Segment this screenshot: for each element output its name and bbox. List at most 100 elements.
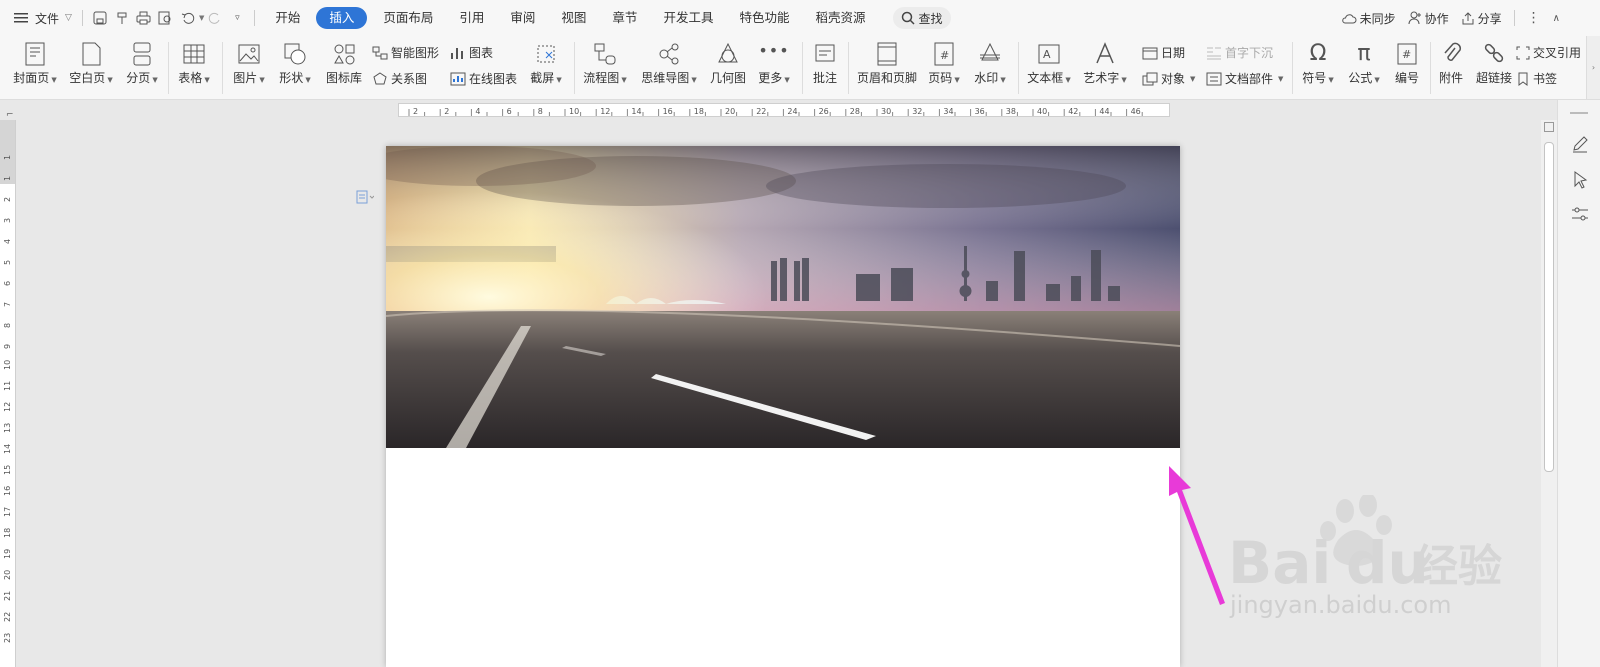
blank-page-icon	[82, 42, 101, 66]
adjust-settings-icon[interactable]	[1570, 204, 1590, 224]
cover-page-button[interactable]: 封面页 ▼	[12, 42, 58, 86]
ruler-label: 34	[943, 107, 953, 116]
document-page[interactable]	[386, 146, 1180, 667]
header-banner-image[interactable]	[386, 146, 1180, 448]
customize-toolbar-button[interactable]: ▿	[226, 7, 248, 29]
ruler-label: 5	[3, 260, 12, 265]
shape-button[interactable]: 形状 ▼	[278, 42, 312, 86]
tab-features[interactable]: 特色功能	[729, 7, 799, 29]
bookmark-button[interactable]: 书签	[1516, 70, 1557, 87]
picture-button[interactable]: 图片 ▼	[232, 42, 266, 86]
textbox-label: 文本框	[1027, 71, 1064, 85]
more-button[interactable]: ••• 更多 ▼	[756, 42, 792, 86]
scrollbar-thumb[interactable]	[1544, 142, 1554, 472]
collaborate-button[interactable]: 协作	[1408, 10, 1449, 27]
mindmap-button[interactable]: 思维导图 ▼	[640, 42, 698, 86]
numbering-button[interactable]: # 编号	[1392, 42, 1422, 86]
chevron-up-icon[interactable]: ∧	[1553, 13, 1560, 24]
vertical-scrollbar[interactable]	[1541, 120, 1557, 667]
relationship-icon	[373, 71, 387, 84]
sync-status-button[interactable]: 未同步	[1341, 10, 1396, 27]
search-button[interactable]: 查找	[893, 7, 951, 29]
paperclip-icon	[1444, 42, 1461, 61]
object-button[interactable]: 对象 ▼	[1142, 70, 1195, 87]
date-button[interactable]: 日期	[1142, 44, 1185, 61]
ruler-label: 8	[3, 323, 12, 328]
scroll-top-icon[interactable]	[1544, 122, 1554, 132]
more-options-icon[interactable]: ⋮	[1527, 10, 1541, 26]
annotation-arrow	[1169, 466, 1225, 605]
page-number-button[interactable]: # 页码 ▼	[926, 42, 962, 86]
redo-button[interactable]	[204, 7, 226, 29]
ruler-label: 36	[975, 107, 985, 116]
screenshot-button[interactable]: 截屏 ▼	[528, 42, 564, 86]
tab-docer[interactable]: 稻壳资源	[805, 7, 875, 29]
ruler-label: 12	[3, 402, 12, 412]
wordart-button[interactable]: 艺术字 ▼	[1082, 42, 1128, 86]
ruler-label: 46	[1131, 107, 1141, 116]
tab-page-layout[interactable]: 页面布局	[373, 7, 443, 29]
blank-page-button[interactable]: 空白页 ▼	[68, 42, 114, 86]
tab-insert[interactable]: 插入	[316, 7, 368, 29]
vertical-ruler[interactable]: 1 1 2 3 4 5 6 7 8 9 10 11 12 13 14 15 16 17 18 19 20 21 22 23	[0, 120, 16, 667]
omega-icon: Ω	[1309, 41, 1327, 66]
tab-developer[interactable]: 开发工具	[653, 7, 723, 29]
edit-pen-icon[interactable]	[1570, 134, 1590, 154]
picture-label: 图片	[233, 71, 258, 85]
textbox-button[interactable]: A 文本框 ▼	[1026, 42, 1072, 86]
geometry-button[interactable]: 几何图	[708, 42, 748, 86]
tab-section[interactable]: 章节	[602, 7, 647, 29]
relationship-chart-button[interactable]: 关系图	[372, 70, 427, 87]
tab-stop-selector-icon[interactable]: ⌐	[6, 110, 14, 120]
hyperlink-button[interactable]: 超链接	[1474, 42, 1514, 86]
print-preview-button[interactable]	[155, 7, 177, 29]
object-icon	[1142, 72, 1158, 85]
watermark-button[interactable]: 水印 ▼	[972, 42, 1008, 86]
share-button[interactable]: 分享	[1461, 10, 1502, 27]
relationship-label: 关系图	[391, 72, 428, 86]
symbol-button[interactable]: Ω 符号 ▼	[1300, 42, 1336, 86]
smart-art-button[interactable]: 智能图形	[372, 44, 439, 61]
flowchart-button[interactable]: 流程图 ▼	[582, 42, 628, 86]
tab-home[interactable]: 开始	[265, 7, 310, 29]
formula-button[interactable]: π 公式 ▼	[1346, 42, 1382, 86]
ruler-label: 9	[3, 344, 12, 349]
file-menu[interactable]: 文件 ▽	[14, 10, 72, 27]
doc-parts-button[interactable]: 文档部件 ▼	[1206, 70, 1283, 87]
cross-reference-button[interactable]: 交叉引用	[1516, 44, 1581, 61]
attachment-button[interactable]: 附件	[1436, 42, 1466, 86]
icon-library-button[interactable]: 图标库	[324, 42, 364, 86]
tab-references[interactable]: 引用	[449, 7, 494, 29]
object-label: 对象	[1161, 72, 1186, 86]
undo-button[interactable]	[177, 7, 199, 29]
watermark-label: 水印	[974, 71, 999, 85]
right-tool-pane	[1557, 100, 1600, 667]
drop-cap-label: 首字下沉	[1225, 46, 1274, 60]
user-add-icon	[1408, 11, 1421, 25]
tab-view[interactable]: 视图	[551, 7, 596, 29]
page-break-button[interactable]: 分页 ▼	[124, 42, 160, 86]
ruler-label: 18	[3, 528, 12, 538]
ribbon-scroll-right-icon[interactable]: ›	[1586, 36, 1600, 99]
comment-label: 批注	[812, 71, 837, 85]
cursor-select-icon[interactable]	[1570, 170, 1590, 190]
ruler-label: 19	[3, 549, 12, 559]
tab-review[interactable]: 审阅	[500, 7, 545, 29]
format-painter-button[interactable]	[111, 7, 133, 29]
comment-button[interactable]: 批注	[810, 42, 840, 86]
horizontal-ruler[interactable]: 2 2 4 6 8 10 12 14 16 18 20 22 24 26 28 30 32 34 36 38 40 42 4…	[398, 103, 1170, 117]
chart-button[interactable]: 图表	[450, 44, 493, 61]
document-outline-icon[interactable]	[356, 190, 375, 207]
print-button[interactable]	[133, 7, 155, 29]
header-footer-button[interactable]: 页眉和页脚	[856, 42, 918, 86]
online-chart-button[interactable]: 在线图表	[450, 70, 517, 87]
table-button[interactable]: 表格 ▼	[176, 42, 212, 86]
flowchart-icon	[594, 43, 616, 65]
save-button[interactable]	[89, 7, 111, 29]
drop-cap-button[interactable]: 首字下沉	[1206, 44, 1273, 61]
dropdown-arrow-icon: ▼	[954, 76, 960, 84]
ruler-label: 1	[3, 176, 12, 181]
ruler-label: 17	[3, 507, 12, 517]
ruler-label: 2	[413, 107, 418, 116]
wordart-icon	[1096, 42, 1114, 64]
